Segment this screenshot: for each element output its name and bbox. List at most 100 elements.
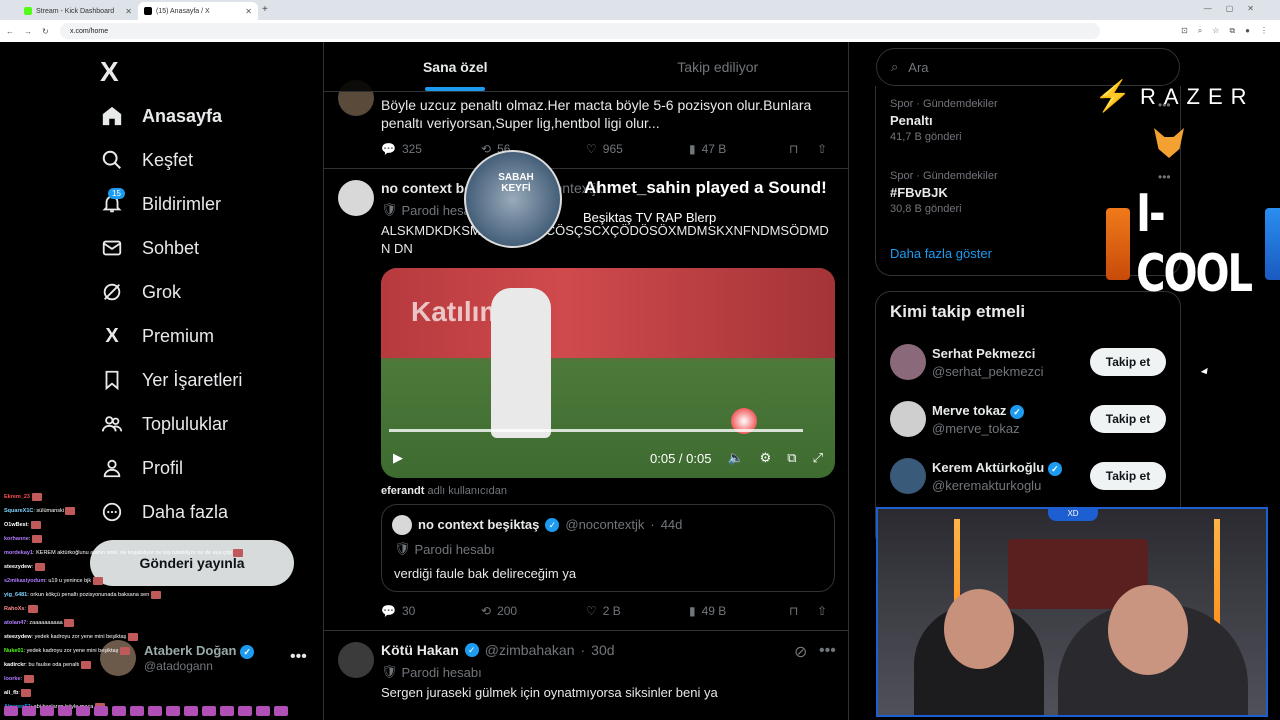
reply-button[interactable]: 💬 325 <box>381 142 481 156</box>
chat-username[interactable]: atolan47 <box>4 620 26 626</box>
notification-badge: 15 <box>108 188 125 199</box>
follow-button[interactable]: Takip et <box>1090 462 1166 490</box>
mail-icon <box>100 236 124 260</box>
emote-icon <box>127 632 138 641</box>
chat-username[interactable]: kadirckr <box>4 662 25 668</box>
close-tab-icon[interactable]: ✕ <box>245 7 252 16</box>
emote-icon <box>27 604 38 613</box>
browser-tab-kick[interactable]: Stream - Kick Dashboard ✕ <box>18 2 138 20</box>
chat-username[interactable]: steezydew <box>4 634 32 640</box>
follow-button[interactable]: Takip et <box>1090 348 1166 376</box>
volume-icon[interactable]: 🔈 <box>727 450 743 466</box>
bookmark-icon[interactable]: ⊓ <box>789 604 817 618</box>
star-icon[interactable]: ☆ <box>1212 26 1219 36</box>
browser-toolbar: ← → ↻ x.com/home ⊡ ⌕ ☆ ⧉ ● ⋮ <box>0 20 1280 42</box>
settings-icon[interactable]: ⚙ <box>760 450 772 466</box>
close-tab-icon[interactable]: ✕ <box>125 7 132 16</box>
back-icon[interactable]: ← <box>6 27 14 36</box>
follow-suggestion[interactable]: Kerem Aktürkoğlu ✓ @keremakturkoglu Taki… <box>890 456 1170 496</box>
emote-icon <box>21 688 32 697</box>
address-bar[interactable]: x.com/home <box>60 23 1100 39</box>
chat-username[interactable]: O1wBest <box>4 522 28 528</box>
sidebar-item-explore[interactable]: Keşfet <box>100 148 193 172</box>
chat-username[interactable]: mordekay1 <box>4 550 33 556</box>
chat-username[interactable]: steezydew <box>4 564 32 570</box>
tab-for-you[interactable]: Sana özel <box>324 42 587 91</box>
grok-icon[interactable]: ⊘ <box>794 642 807 662</box>
sidebar-item-messages[interactable]: Sohbet <box>100 236 199 260</box>
bookmark-icon[interactable]: ⊓ <box>789 142 817 156</box>
chat-username[interactable]: SquareX1C <box>4 508 33 514</box>
views-button[interactable]: ▮ 49 B <box>689 604 789 618</box>
show-more-link[interactable]: Daha fazla göster <box>890 246 992 261</box>
chat-text: : zaaaaaaaaaa <box>26 620 63 626</box>
chat-username[interactable]: RahoXs <box>4 606 24 612</box>
trend-item[interactable]: Spor · Gündemdekiler #FBvBJK 30,8 B gönd… <box>890 170 1171 215</box>
menu-icon[interactable]: ⋮ <box>1260 26 1268 36</box>
chat-text: : sülümanski <box>33 508 64 514</box>
chat-username[interactable]: Nuke01 <box>4 648 24 654</box>
follow-suggestion[interactable]: Serhat Pekmezci @serhat_pekmezci Takip e… <box>890 342 1170 382</box>
retweet-button[interactable]: ⟲ 200 <box>481 604 586 618</box>
chat-message: yig_6481: orkun kökçü penaltı pozisyonun… <box>0 588 300 602</box>
sidebar-item-home[interactable]: Anasayfa <box>100 104 222 128</box>
chat-message: Ekrem_23 <box>0 490 300 504</box>
chat-message: loorke: <box>0 672 300 686</box>
quoted-tweet[interactable]: no context beşiktaş ✓ @nocontextjk · 44d… <box>381 504 835 592</box>
razer-snake-icon: ⚡ <box>1094 80 1132 113</box>
share-icon[interactable]: ⇧ <box>817 142 827 156</box>
sidebar-item-grok[interactable]: Grok <box>100 280 181 304</box>
chat-username[interactable]: Ekrem_23 <box>4 494 30 500</box>
pip-icon[interactable]: ⧉ <box>787 450 796 466</box>
sidebar-item-premium[interactable]: X Premium <box>100 324 214 348</box>
sidebar-item-bookmarks[interactable]: Yer İşaretleri <box>100 368 242 392</box>
chat-username[interactable]: korhanne <box>4 536 29 542</box>
sidebar-item-label: Topluluklar <box>142 413 229 434</box>
extension-icon[interactable]: ⊡ <box>1181 26 1188 36</box>
alert-image: SABAH KEYFİ <box>464 150 562 248</box>
window-controls[interactable]: —▢✕ <box>1204 4 1268 13</box>
emote-icon <box>64 618 75 627</box>
like-button[interactable]: ♡ 965 <box>586 142 689 156</box>
video-progress-bar[interactable] <box>389 429 803 432</box>
tweet-author[interactable]: Kötü Hakan <box>381 642 459 658</box>
more-icon[interactable]: ••• <box>819 642 836 660</box>
forward-icon[interactable]: → <box>24 27 32 36</box>
reply-button[interactable]: 💬 30 <box>381 604 481 618</box>
tweet-text: ALSKMDKDKSMDKSMCÇSCÖSÇSCXÇÖDÖSÖXMDMSKXNF… <box>381 223 829 256</box>
video-player[interactable]: Katılım ▶ 0:05 / 0:05 🔈 ⚙ ⧉ ⤢ <box>381 268 835 478</box>
chat-username[interactable]: s2mikasiyodum <box>4 578 45 584</box>
zoom-icon[interactable]: ⌕ <box>1198 26 1202 36</box>
reload-icon[interactable]: ↻ <box>42 27 49 36</box>
play-icon[interactable]: ▶ <box>393 450 403 466</box>
tab-following[interactable]: Takip ediliyor <box>587 42 849 91</box>
chat-username[interactable]: ali_fb <box>4 690 18 696</box>
trend-item[interactable]: Spor · Gündemdekiler Penaltı 41,7 B gönd… <box>890 98 1171 143</box>
sidebar-item-label: Yer İşaretleri <box>142 369 243 390</box>
share-icon[interactable]: ⇧ <box>817 604 827 618</box>
browser-tab-x[interactable]: (15) Anasayfa / X ✕ <box>138 2 258 20</box>
follow-suggestion[interactable]: Merve tokaz ✓ @merve_tokaz Takip et <box>890 399 1170 439</box>
more-icon[interactable]: ••• <box>1158 170 1171 184</box>
search-icon <box>100 148 124 172</box>
chat-username[interactable]: yig_6481 <box>4 592 27 598</box>
new-tab-icon[interactable]: + <box>262 4 268 15</box>
follow-button[interactable]: Takip et <box>1090 405 1166 433</box>
tab-title: (15) Anasayfa / X <box>156 7 210 15</box>
avatar[interactable] <box>338 642 374 678</box>
fullscreen-icon[interactable]: ⤢ <box>813 450 823 466</box>
profile-icon[interactable]: ● <box>1245 26 1250 36</box>
puzzle-icon[interactable]: ⧉ <box>1229 26 1235 36</box>
verified-icon: ✓ <box>1010 405 1025 419</box>
sidebar-item-profile[interactable]: Profil <box>100 456 183 480</box>
x-logo-icon[interactable]: X <box>100 56 119 88</box>
like-button[interactable]: ♡ 2 B <box>586 604 689 618</box>
main-feed: Böyle uzcuz penaltı olmaz.Her macta böyl… <box>323 42 849 720</box>
chat-message: s2mikasiyodum: u19 u yenince bjk <box>0 574 300 588</box>
tweet-header: Kötü Hakan ✓ @zimbahakan · 30d <box>381 642 615 658</box>
sidebar-item-communities[interactable]: Topluluklar <box>100 412 228 436</box>
chat-username[interactable]: loorke <box>4 676 21 682</box>
views-button[interactable]: ▮ 47 B <box>689 142 789 156</box>
avatar[interactable] <box>338 180 374 216</box>
x-favicon-icon <box>144 7 152 15</box>
